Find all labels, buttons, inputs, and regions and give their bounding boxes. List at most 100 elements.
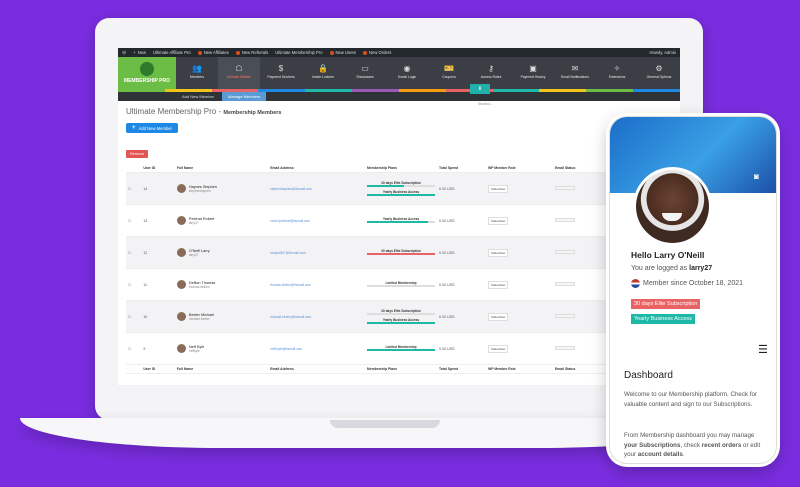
row-checkbox[interactable]: ☐ [128,347,131,351]
table-row[interactable]: ☐ 13 Petchat Robert larry27 robert.petchat@i… [126,204,672,237]
menu-item-label: Members [189,75,205,79]
admin-bar-howdy[interactable]: Howdy, Admin [650,50,676,55]
column-footer[interactable]: Email Status [553,364,605,374]
menu-item-coupons[interactable]: 🎫 Coupons [428,57,470,89]
column-header[interactable]: WP Member Role [486,164,554,173]
total-spend: 0.00 USD [436,300,487,333]
menu-item-memberships[interactable]: ☖ Ultimate Affiliate [218,57,260,89]
column-header[interactable]: Email Status [553,164,605,173]
menu-item-showcases[interactable]: ▭ Showcases [344,57,386,89]
menu-item-label: Extensions [608,75,626,79]
admin-bar-affiliate[interactable]: Ultimate Affiliate Pro [153,50,191,55]
checkbox-cell[interactable]: ☐ [126,204,142,237]
email-status-toggle[interactable] [555,282,576,286]
member-email[interactable]: larryneill27@ihcmail.com [270,251,305,255]
row-checkbox[interactable]: ☐ [128,187,131,191]
table-row[interactable]: ☐ 10 Beeler Michael michael.beeler michael.b… [126,300,672,333]
admin-bar-new[interactable]: + New [133,50,146,55]
admin-bar-new-referrals[interactable]: New Referrals [235,50,268,55]
table-header-row: User ID Full Name Email Address Membership … [126,164,672,173]
subscriptions-link[interactable]: your Subscriptions [624,442,680,449]
members-table: User ID Full Name Email Address Membership … [126,164,672,374]
menu-item-label: Payment History [520,75,546,79]
table-row[interactable]: ☐ 14 Haynes Stephen stephenhaynes stephenhay… [126,172,672,205]
ticket-icon: 🎫 [444,64,454,73]
admin-bar-membership[interactable]: Ultimate Membership Pro [275,50,322,55]
row-checkbox[interactable]: ☐ [128,315,131,319]
column-header[interactable]: Full Name [174,164,269,173]
email-status-toggle[interactable] [555,250,576,254]
email-status-toggle[interactable] [555,346,576,350]
column-footer[interactable]: Membership Plans [365,364,437,374]
globe-icon: ◉ [403,64,411,73]
column-footer[interactable]: Full Name [174,364,269,374]
column-header[interactable]: Membership Plans [365,164,437,173]
member-name[interactable]: Beeler Michael [189,313,214,317]
full-name: Petchat Robert larry27 [174,204,269,237]
remove-button[interactable]: Remove [126,150,149,158]
column-footer[interactable]: WP Member Role [486,364,554,374]
menu-item-label: Ultimate Affiliate [226,75,252,79]
hamburger-menu-icon[interactable]: ☰ [758,345,768,356]
column-header[interactable]: Total Spend [436,164,487,173]
menu-item-email-notifications[interactable]: ✉ Email Notifications [554,57,596,89]
member-name[interactable]: Neff Kyle [189,345,204,349]
add-new-member-button[interactable]: + Add New Member [126,123,179,133]
member-email[interactable]: thomas.dellion@ihcmail.com [270,283,311,287]
export-button[interactable]: ⬇ [470,84,490,94]
admin-bar-new-affiliates[interactable]: New Affiliates [197,50,229,55]
column-header[interactable]: Email Address [268,164,366,173]
row-checkbox[interactable]: ☐ [128,219,131,223]
member-name[interactable]: Haynes Stephen [189,185,217,189]
member-email[interactable]: robert.petchat@ihcmail.com [270,219,310,223]
shortcodes-link[interactable]: Shortco... [478,102,493,106]
member-email[interactable]: stephenhaynes@ihcmail.com [270,187,312,191]
tab-manage-members[interactable]: Manage Members [222,92,267,101]
recent-orders-link[interactable]: recent orders [702,442,742,449]
phone-frame: ◙ Hello Larry O'Neill You are logged as … [609,116,777,464]
row-checkbox[interactable]: ☐ [128,251,131,255]
camera-icon[interactable]: ◙ [754,173,764,181]
menu-item-general-options[interactable]: ⚙ General Options [638,57,680,89]
member-name[interactable]: Dellion Thomas [189,281,215,285]
checkbox-cell[interactable]: ☐ [126,332,142,365]
menu-item-social-login[interactable]: ◉ Social Login [386,57,428,89]
select-all-checkbox[interactable] [126,164,142,173]
admin-bar-new-orders[interactable]: New Orders [363,50,391,55]
tab-add-new-member[interactable]: Add New Member [176,92,220,101]
row-checkbox[interactable]: ☐ [128,283,131,287]
table-row[interactable]: ☐ 9 Neff Kyle neffkyle neff.kyle@ihcmail.com… [126,332,672,365]
select-all-checkbox[interactable] [126,364,142,374]
account-details-link[interactable]: account details [638,451,683,458]
menu-item-inside-lockers[interactable]: 🔒 Inside Lockers [302,57,344,89]
checkbox-cell[interactable]: ☐ [126,300,142,333]
member-name[interactable]: O'Neill Larry [189,249,210,253]
email-status-toggle[interactable] [555,218,576,222]
checkbox-cell[interactable]: ☐ [126,268,142,301]
menu-item-payment-services[interactable]: $ Payment Services [260,57,302,89]
email-status-toggle[interactable] [555,186,576,190]
menu-item-extensions[interactable]: ✧ Extensions [596,57,638,89]
role-badge: Subscriber [488,216,509,225]
member-name[interactable]: Petchat Robert [189,217,214,221]
wordpress-icon[interactable]: Ⓦ [122,50,126,56]
member-email[interactable]: michael.beeler@ihcmail.com [270,315,311,319]
table-row[interactable]: ☐ 11 Dellion Thomas thomas.dellion thomas.de… [126,268,672,301]
column-header[interactable]: User ID [141,164,175,173]
wp-role: Subscriber [486,236,554,269]
column-footer[interactable]: User ID [141,364,175,374]
menu-item-payment-history[interactable]: ▣ Payment History [512,57,554,89]
checkbox-cell[interactable]: ☐ [126,172,142,205]
email-status [553,172,605,205]
email-status-toggle[interactable] [555,314,576,318]
plan-label: Yearly Business Access [382,317,420,322]
table-row[interactable]: ☐ 12 O'Neill Larry larry27 larryneill27@ihcm… [126,236,672,269]
profile-avatar[interactable] [633,167,712,246]
column-footer[interactable]: Email Address [268,364,366,374]
column-footer[interactable]: Total Spend [436,364,487,374]
menu-item-members[interactable]: 👥 Members [176,57,218,89]
checkbox-cell[interactable]: ☐ [126,236,142,269]
admin-bar-new-users[interactable]: New Users [329,50,356,55]
member-email[interactable]: neff.kyle@ihcmail.com [270,347,302,351]
plan-label: 30 days Elite Subscription [381,249,421,253]
